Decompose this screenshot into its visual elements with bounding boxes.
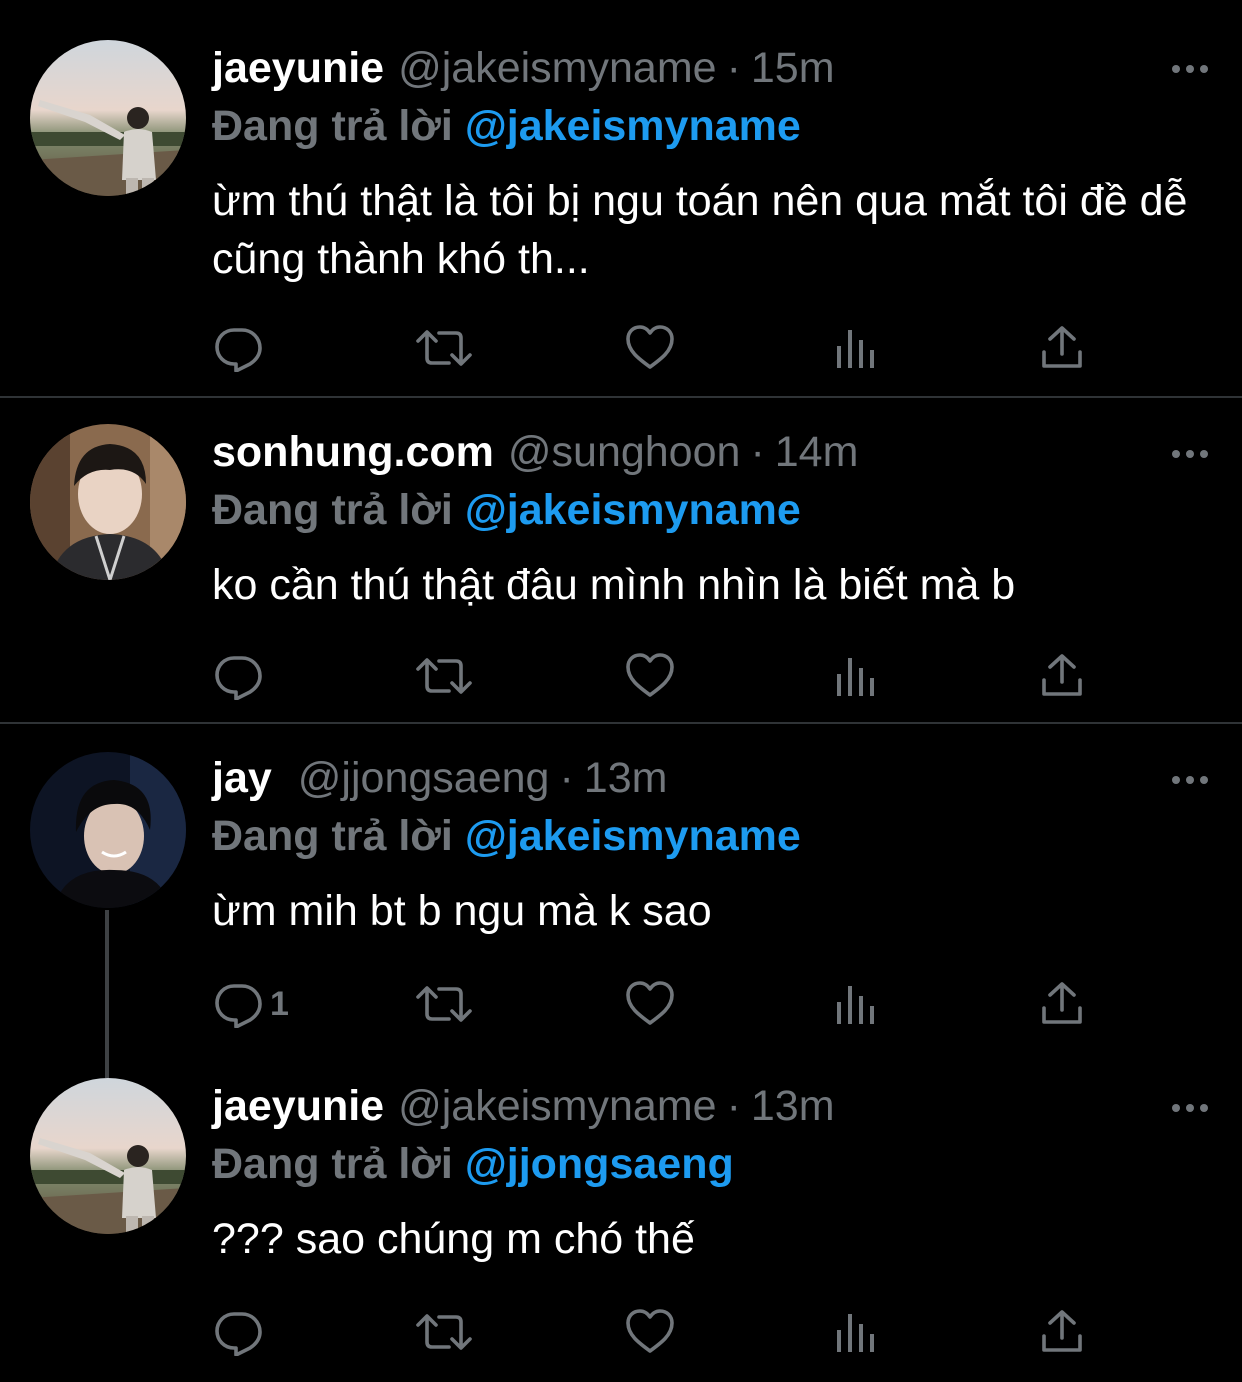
bar-chart-icon bbox=[837, 1314, 874, 1352]
retweet-button[interactable] bbox=[415, 1306, 473, 1358]
replying-to-label: Đang trả lời bbox=[212, 102, 453, 150]
replying-to-label: Đang trả lời bbox=[212, 812, 453, 860]
more-dots-icon[interactable] bbox=[1170, 63, 1210, 75]
share-upload-icon bbox=[1042, 1310, 1082, 1352]
avatar-photo bbox=[30, 752, 186, 908]
reply-bubble-icon bbox=[215, 984, 262, 1028]
tweet-header: sonhung.com @sunghoon · 14m bbox=[212, 426, 858, 478]
share-button[interactable] bbox=[1040, 650, 1084, 702]
like-button[interactable] bbox=[625, 1306, 675, 1358]
reply-button[interactable] bbox=[214, 1306, 270, 1358]
replying-to-handle[interactable]: @jakeismyname bbox=[465, 102, 801, 150]
views-button[interactable] bbox=[834, 1306, 878, 1358]
retweet-button[interactable] bbox=[415, 650, 473, 702]
views-button[interactable] bbox=[834, 978, 878, 1030]
tweet-1[interactable]: jaeyunie @jakeismyname · 15m Đang trả lời @j… bbox=[0, 0, 1242, 398]
tweet-text: ừm mih bt b ngu mà k sao bbox=[212, 887, 712, 935]
replying-to: Đang trả lời @jakeismyname bbox=[212, 810, 801, 862]
share-upload-icon bbox=[1042, 982, 1082, 1024]
retweet-icon bbox=[416, 1314, 472, 1350]
reply-button[interactable] bbox=[214, 650, 270, 702]
retweet-icon bbox=[416, 658, 472, 694]
share-button[interactable] bbox=[1040, 978, 1084, 1030]
tweet-header: jaeyunie @jakeismyname · 13m bbox=[212, 1080, 835, 1132]
bar-chart-icon bbox=[837, 330, 874, 368]
more-dots-icon[interactable] bbox=[1170, 448, 1210, 460]
avatar-jaeyunie[interactable] bbox=[30, 1078, 186, 1234]
separator-dot: · bbox=[726, 44, 741, 92]
timestamp[interactable]: 14m bbox=[775, 428, 859, 476]
handle[interactable]: @jakeismyname bbox=[398, 44, 716, 92]
retweet-button[interactable] bbox=[415, 978, 473, 1030]
like-button[interactable] bbox=[625, 978, 675, 1030]
display-name[interactable]: jaeyunie bbox=[212, 1082, 384, 1130]
tweet-4[interactable]: jaeyunie @jakeismyname · 13m Đang trả lời @j… bbox=[0, 1056, 1242, 1382]
tweet-3[interactable]: jay @jjongsaeng · 13m Đang trả lời @jakeismy… bbox=[0, 724, 1242, 1056]
like-button[interactable] bbox=[625, 322, 675, 374]
tweet-header: jaeyunie @jakeismyname · 15m bbox=[212, 42, 835, 94]
avatar-jay[interactable] bbox=[30, 752, 186, 908]
views-button[interactable] bbox=[834, 650, 878, 702]
display-name[interactable]: sonhung.com bbox=[212, 428, 494, 476]
tweet-2[interactable]: sonhung.com @sunghoon · 14m Đang trả lời @ja… bbox=[0, 398, 1242, 724]
reply-bubble-icon bbox=[215, 328, 262, 372]
action-bar bbox=[212, 1306, 1092, 1358]
retweet-icon bbox=[416, 330, 472, 366]
action-bar: 1 bbox=[212, 978, 1092, 1030]
display-name[interactable]: jay bbox=[212, 754, 272, 802]
views-button[interactable] bbox=[834, 322, 878, 374]
action-bar bbox=[212, 650, 1092, 702]
share-upload-icon bbox=[1042, 326, 1082, 368]
reply-count: 1 bbox=[270, 984, 289, 1023]
replying-to-handle[interactable]: @jakeismyname bbox=[465, 486, 801, 534]
reply-button[interactable]: 1 bbox=[214, 978, 289, 1030]
reply-bubble-icon bbox=[215, 1312, 262, 1356]
timestamp[interactable]: 13m bbox=[584, 754, 668, 802]
share-button[interactable] bbox=[1040, 1306, 1084, 1358]
display-name[interactable]: jaeyunie bbox=[212, 44, 384, 92]
replying-to: Đang trả lời @jakeismyname bbox=[212, 100, 801, 152]
replying-to: Đang trả lời @jakeismyname bbox=[212, 484, 801, 536]
replying-to: Đang trả lời @jjongsaeng bbox=[212, 1138, 734, 1190]
heart-icon bbox=[626, 325, 674, 369]
heart-icon bbox=[626, 653, 674, 697]
bar-chart-icon bbox=[837, 986, 874, 1024]
handle[interactable]: @sunghoon bbox=[508, 428, 741, 476]
avatar-sonhung[interactable] bbox=[30, 424, 186, 580]
handle[interactable]: @jakeismyname bbox=[398, 1082, 716, 1130]
reply-bubble-icon bbox=[215, 656, 262, 700]
replying-to-label: Đang trả lời bbox=[212, 486, 453, 534]
replying-to-handle[interactable]: @jakeismyname bbox=[465, 812, 801, 860]
replying-to-handle[interactable]: @jjongsaeng bbox=[465, 1140, 734, 1188]
heart-icon bbox=[626, 981, 674, 1025]
avatar-photo bbox=[30, 424, 186, 580]
action-bar bbox=[212, 322, 1092, 374]
more-dots-icon[interactable] bbox=[1170, 774, 1210, 786]
timestamp[interactable]: 15m bbox=[751, 44, 835, 92]
more-dots-icon[interactable] bbox=[1170, 1102, 1210, 1114]
avatar-photo bbox=[30, 1078, 186, 1234]
retweet-icon bbox=[416, 986, 472, 1022]
separator-dot: · bbox=[726, 1082, 741, 1130]
separator-dot: · bbox=[559, 754, 574, 802]
tweet-text: ừm thú thật là tôi bị ngu toán nên qua m… bbox=[212, 177, 1188, 283]
share-upload-icon bbox=[1042, 654, 1082, 696]
timestamp[interactable]: 13m bbox=[751, 1082, 835, 1130]
retweet-button[interactable] bbox=[415, 322, 473, 374]
bar-chart-icon bbox=[837, 658, 874, 696]
share-button[interactable] bbox=[1040, 322, 1084, 374]
handle[interactable]: @jjongsaeng bbox=[298, 754, 550, 802]
tweet-header: jay @jjongsaeng · 13m bbox=[212, 752, 667, 804]
like-button[interactable] bbox=[625, 650, 675, 702]
tweet-text: ko cần thú thật đâu mình nhìn là biết mà… bbox=[212, 561, 1016, 609]
tweet-text: ??? sao chúng m chó thế bbox=[212, 1215, 695, 1263]
thread-connector bbox=[105, 1056, 109, 1078]
thread-connector bbox=[105, 910, 109, 1056]
reply-button[interactable] bbox=[214, 322, 270, 374]
separator-dot: · bbox=[750, 428, 765, 476]
heart-icon bbox=[626, 1309, 674, 1353]
avatar-photo bbox=[30, 40, 186, 196]
avatar-jaeyunie[interactable] bbox=[30, 40, 186, 196]
replying-to-label: Đang trả lời bbox=[212, 1140, 453, 1188]
